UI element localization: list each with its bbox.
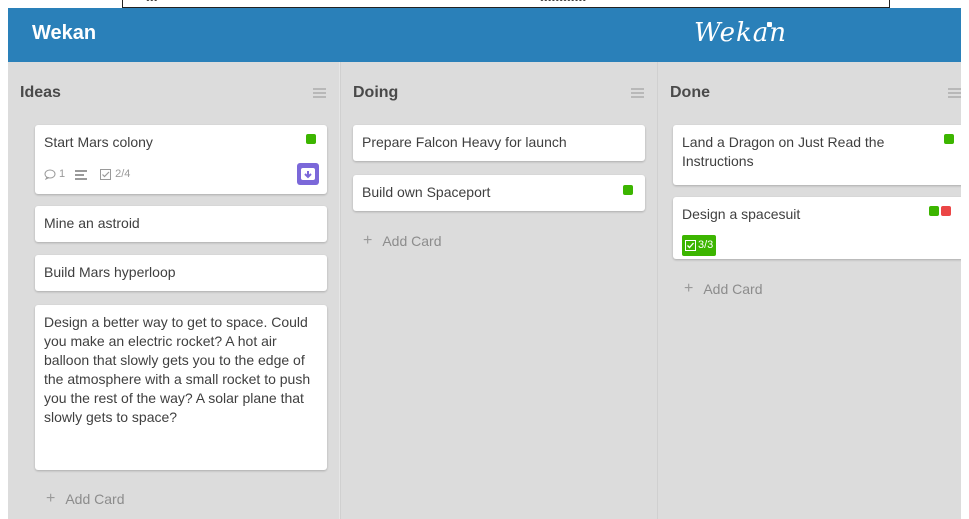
top-clipped-text-left: ••• xyxy=(146,0,158,6)
comment-icon xyxy=(44,169,56,180)
card-prepare-falcon-heavy[interactable]: Prepare Falcon Heavy for launch xyxy=(353,125,645,161)
board-title[interactable]: Wekan xyxy=(32,22,96,45)
list-title[interactable]: Ideas xyxy=(20,84,61,102)
card-badges: 1 2/4 xyxy=(44,165,140,184)
add-card-button[interactable]: + Add Card xyxy=(46,490,125,508)
checklist-complete-badge: 3/3 xyxy=(682,235,717,256)
list-menu-icon[interactable] xyxy=(313,88,326,98)
card-land-a-dragon[interactable]: Land a Dragon on Just Read the Instructi… xyxy=(673,125,961,185)
add-card-button[interactable]: + Add Card xyxy=(363,232,442,250)
board-canvas: Ideas Start Mars colony 1 2/4 Mine an as… xyxy=(8,62,961,519)
plus-icon: + xyxy=(363,232,373,249)
wekan-window: Wekan Wekan Ideas Start Mars colony 1 2/… xyxy=(8,8,961,519)
card-title: Land a Dragon on Just Read the Instructi… xyxy=(682,134,885,169)
member-icon xyxy=(301,168,315,180)
card-build-mars-hyperloop[interactable]: Build Mars hyperloop xyxy=(35,255,327,291)
list-ideas: Ideas Start Mars colony 1 2/4 Mine an as… xyxy=(8,62,339,519)
add-card-label: Add Card xyxy=(65,491,125,507)
comment-count: 1 xyxy=(59,168,66,180)
add-card-button[interactable]: + Add Card xyxy=(684,280,763,298)
add-card-label: Add Card xyxy=(703,281,763,297)
checklist-badge: 2/4 xyxy=(100,165,130,184)
card-title: Mine an astroid xyxy=(44,215,140,231)
wekan-logo-dot xyxy=(767,22,772,27)
list-title[interactable]: Doing xyxy=(353,84,398,102)
card-mine-an-astroid[interactable]: Mine an astroid xyxy=(35,206,327,242)
card-design-a-spacesuit[interactable]: Design a spacesuit 3/3 xyxy=(673,197,961,259)
member-avatar[interactable] xyxy=(297,163,319,185)
label-green xyxy=(306,134,316,144)
card-title: Design a better way to get to space. Cou… xyxy=(44,314,311,425)
checklist-count: 2/4 xyxy=(115,168,131,180)
list-title[interactable]: Done xyxy=(670,84,710,102)
list-menu-icon[interactable] xyxy=(631,88,644,98)
card-title: Start Mars colony xyxy=(44,134,153,150)
checklist-icon xyxy=(685,240,696,251)
top-clipped-box xyxy=(122,0,890,8)
list-done: Done Land a Dragon on Just Read the Inst… xyxy=(657,62,961,519)
checklist-count: 3/3 xyxy=(698,239,714,251)
comment-badge: 1 xyxy=(44,165,65,184)
card-title: Build Mars hyperloop xyxy=(44,264,176,280)
label-green xyxy=(944,134,954,144)
plus-icon: + xyxy=(46,490,56,507)
top-clipped-text-right: •••••••••••• xyxy=(540,0,587,6)
list-menu-icon[interactable] xyxy=(948,88,961,98)
add-card-label: Add Card xyxy=(382,233,442,249)
board-header: Wekan Wekan xyxy=(8,8,961,62)
card-title: Prepare Falcon Heavy for launch xyxy=(362,134,567,150)
label-green xyxy=(929,206,939,216)
card-start-mars-colony[interactable]: Start Mars colony 1 2/4 xyxy=(35,125,327,194)
checklist-icon xyxy=(100,169,112,180)
card-design-a-better-way[interactable]: Design a better way to get to space. Cou… xyxy=(35,305,327,470)
label-red xyxy=(941,206,951,216)
list-doing: Doing Prepare Falcon Heavy for launch Bu… xyxy=(340,62,657,519)
plus-icon: + xyxy=(684,280,694,297)
label-green xyxy=(623,185,633,195)
card-title: Build own Spaceport xyxy=(362,184,491,200)
description-badge xyxy=(75,169,90,180)
top-clipped-strip: ••• •••••••••••• xyxy=(0,0,969,8)
wekan-logo: Wekan xyxy=(694,18,787,48)
card-title: Design a spacesuit xyxy=(682,206,801,222)
card-build-own-spaceport[interactable]: Build own Spaceport xyxy=(353,175,645,211)
description-icon xyxy=(75,169,88,180)
